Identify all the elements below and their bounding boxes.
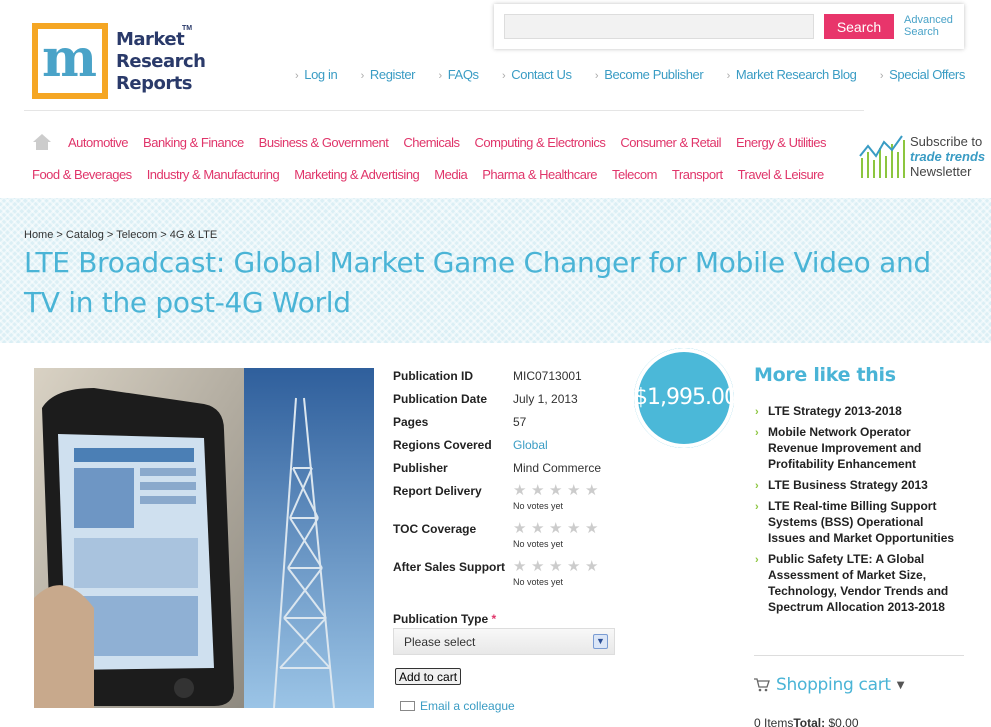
star-icon[interactable]: ★ [567,559,581,574]
chart-trend-icon [859,135,905,178]
search-panel: Search Advanced Search [494,4,964,49]
category-link[interactable]: Transport [672,167,723,182]
star-rating[interactable]: ★ ★ ★ ★ ★ [513,521,603,536]
page-title: LTE Broadcast: Global Market Game Change… [24,246,931,319]
star-icon[interactable]: ★ [513,559,527,574]
related-report-link[interactable]: LTE Business Strategy 2013 [754,477,959,494]
breadcrumb-telecom[interactable]: Telecom [116,229,157,241]
category-link[interactable]: Chemicals [403,135,460,150]
star-icon[interactable]: ★ [549,483,563,498]
login-link[interactable]: Log in [295,67,337,82]
top-links: Log in Register FAQs Contact Us Become P… [295,67,965,82]
logo-trademark: TM [182,25,193,32]
star-icon[interactable]: ★ [567,521,581,536]
category-link[interactable]: Pharma & Healthcare [482,167,597,182]
star-rating[interactable]: ★ ★ ★ ★ ★ [513,483,603,498]
category-link[interactable]: Marketing & Advertising [294,167,420,182]
search-input[interactable] [504,14,814,39]
cart-summary: 0 ItemsTotal: $0.00 [754,716,859,727]
product-image [34,368,374,708]
star-icon[interactable]: ★ [531,483,545,498]
star-icon[interactable]: ★ [585,521,599,536]
search-button[interactable]: Search [824,14,894,39]
category-link[interactable]: Travel & Leisure [738,167,825,182]
publication-type-label: Publication Type * [393,612,497,626]
cart-icon [754,678,770,692]
related-report-link[interactable]: LTE Strategy 2013-2018 [754,403,959,420]
star-icon[interactable]: ★ [531,559,545,574]
faqs-link[interactable]: FAQs [438,67,479,82]
email-colleague-link[interactable]: Email a colleague [400,699,515,713]
breadcrumb: Home > Catalog > Telecom > 4G & LTE [24,229,218,241]
blog-link[interactable]: Market Research Blog [727,67,857,82]
envelope-icon [400,701,415,711]
related-report-link[interactable]: LTE Real-time Billing Support Systems (B… [754,498,959,546]
title-banner: Home > Catalog > Telecom > 4G & LTE LTE … [0,198,991,343]
breadcrumb-home[interactable]: Home [24,229,53,241]
become-publisher-link[interactable]: Become Publisher [595,67,704,82]
sidebar-divider [754,655,964,656]
category-link[interactable]: Telecom [612,167,657,182]
chevron-down-icon[interactable]: ▼ [593,634,608,649]
add-to-cart-button[interactable]: Add to cart [395,668,462,685]
category-link[interactable]: Computing & Electronics [475,135,606,150]
category-link[interactable]: Consumer & Retail [620,135,721,150]
region-link[interactable]: Global [513,438,548,452]
category-link[interactable]: Automotive [68,135,129,150]
star-icon[interactable]: ★ [567,483,581,498]
star-icon[interactable]: ★ [549,559,563,574]
publication-type-select[interactable]: Please select ▼ [393,628,615,655]
register-link[interactable]: Register [361,67,416,82]
newsletter-text: Subscribe to trade trends Newsletter [910,134,986,179]
star-icon[interactable]: ★ [531,521,545,536]
header-divider [24,110,864,111]
star-icon[interactable]: ★ [585,559,599,574]
category-link[interactable]: Banking & Finance [143,135,244,150]
logo-wordmark: Market Research Reports [116,29,206,94]
category-link[interactable]: Business & Government [259,135,389,150]
logo-m-glyph: m [42,28,98,89]
chevron-down-icon[interactable]: ▼ [897,680,905,691]
newsletter-subscribe[interactable]: Subscribe to trade trends Newsletter [858,132,991,180]
category-nav-row1: Automotive Banking & Finance Business & … [68,135,841,150]
star-icon[interactable]: ★ [513,521,527,536]
related-report-link[interactable]: Public Safety LTE: A Global Assessment o… [754,551,959,615]
site-logo[interactable]: m Market Research Reports TM [32,23,206,101]
category-link[interactable]: Food & Beverages [32,167,132,182]
more-like-this-heading: More like this [754,364,896,386]
category-nav-row2: Food & Beverages Industry & Manufacturin… [32,167,839,182]
shopping-cart-heading[interactable]: Shopping cart ▼ [754,675,904,695]
logo-mark: m [32,23,108,99]
contact-us-link[interactable]: Contact Us [502,67,572,82]
category-link[interactable]: Energy & Utilities [736,135,826,150]
category-link[interactable]: Media [434,167,467,182]
breadcrumb-catalog[interactable]: Catalog [66,229,104,241]
price-badge: $1,995.00 [634,348,738,448]
category-link[interactable]: Industry & Manufacturing [147,167,280,182]
star-rating[interactable]: ★ ★ ★ ★ ★ [513,559,603,574]
star-icon[interactable]: ★ [585,483,599,498]
special-offers-link[interactable]: Special Offers [880,67,965,82]
breadcrumb-current[interactable]: 4G & LTE [170,229,217,241]
related-report-link[interactable]: Mobile Network Operator Revenue Improvem… [754,424,959,472]
home-icon[interactable] [33,134,51,150]
related-reports-list: LTE Strategy 2013-2018 Mobile Network Op… [754,403,959,620]
star-icon[interactable]: ★ [549,521,563,536]
star-icon[interactable]: ★ [513,483,527,498]
advanced-search-link[interactable]: Advanced Search [904,14,960,38]
